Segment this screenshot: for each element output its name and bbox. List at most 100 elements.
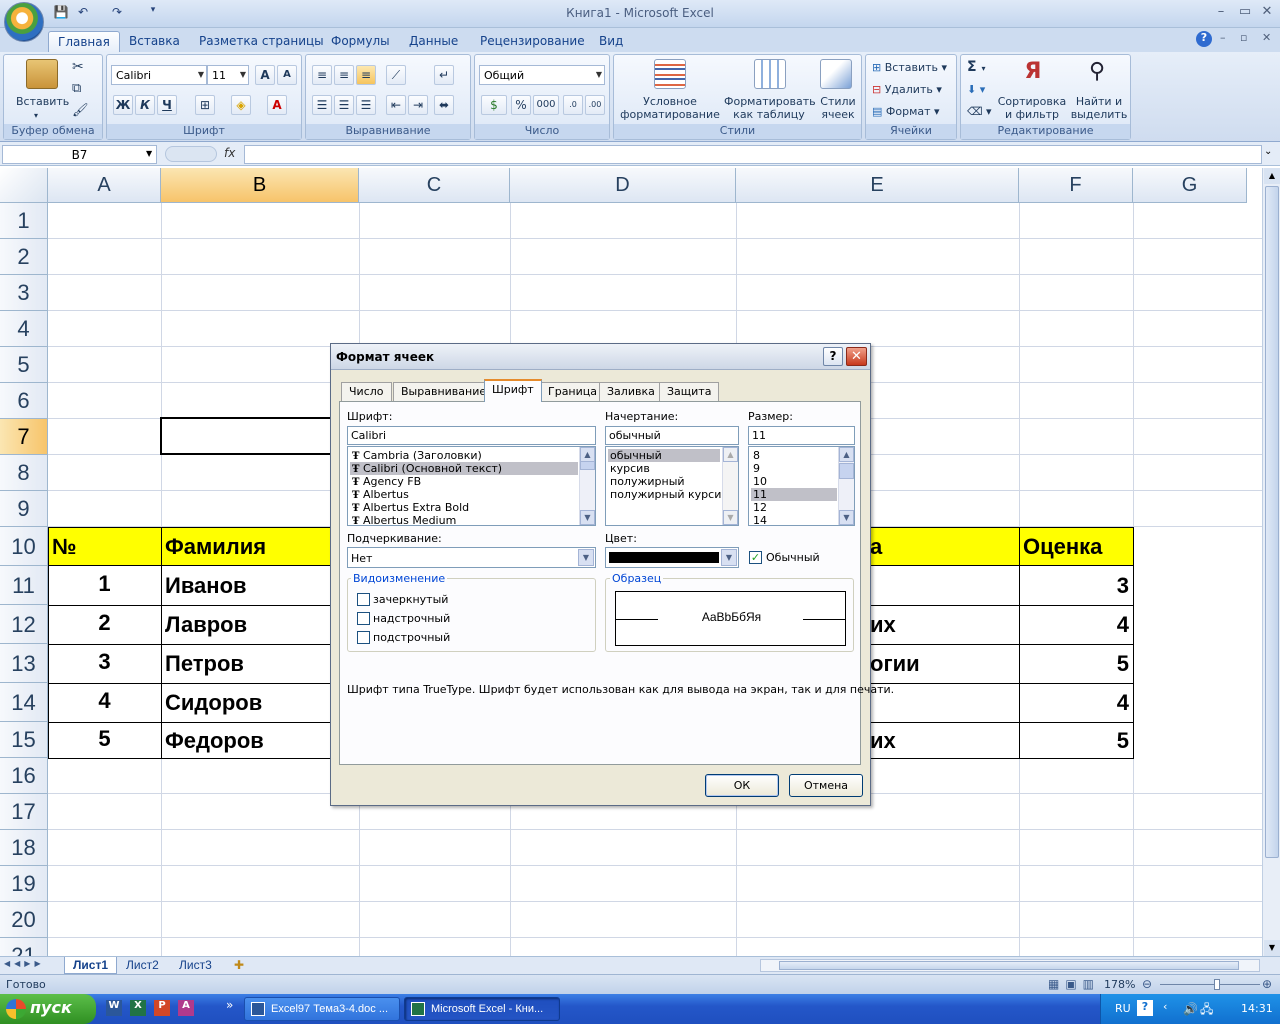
cancel-button[interactable]: Отмена	[789, 774, 863, 797]
dialog-tab-font[interactable]: Шрифт	[484, 379, 542, 402]
dialog-tab-fill[interactable]: Заливка	[599, 382, 663, 401]
cell-grade[interactable]: 3	[1019, 566, 1133, 605]
scroll-up-icon[interactable]: ▲	[839, 447, 854, 462]
format-as-table-icon[interactable]	[754, 59, 786, 89]
wrap-text-icon[interactable]: ↵	[434, 65, 454, 85]
office-button[interactable]	[4, 2, 44, 42]
font-list-item[interactable]: Ŧ Cambria (Заголовки)	[350, 449, 578, 462]
taskbar-item-word[interactable]: Excel97 Тема3-4.doc ...	[244, 997, 400, 1021]
cut-icon[interactable]: ✂	[72, 59, 84, 75]
conditional-format-button[interactable]: Условное форматирование	[620, 95, 720, 121]
row-header[interactable]: 4	[0, 311, 48, 347]
cell-e[interactable]	[866, 566, 1019, 605]
row-header[interactable]: 2	[0, 239, 48, 275]
normal-font-checkbox[interactable]: ✓	[749, 551, 762, 564]
find-select-button[interactable]: Найти и выделить	[1069, 95, 1129, 121]
column-header-a[interactable]: A	[48, 168, 161, 203]
excel-quicklaunch-icon[interactable]: X	[130, 1000, 146, 1016]
sheet-tab-1[interactable]: Лист1	[64, 957, 118, 974]
name-box-dropdown-icon[interactable]: ▼	[146, 149, 152, 158]
access-quicklaunch-icon[interactable]: A	[178, 1000, 194, 1016]
underline-select[interactable]: Нет ▼	[347, 547, 596, 568]
cell-grade[interactable]: 5	[1019, 722, 1133, 759]
align-right-icon[interactable]: ☰	[356, 95, 376, 115]
decrease-indent-icon[interactable]: ⇤	[386, 95, 406, 115]
row-header[interactable]: 5	[0, 347, 48, 383]
scroll-thumb[interactable]	[580, 461, 595, 470]
select-all-corner[interactable]	[0, 168, 48, 203]
format-as-table-button[interactable]: Форматировать как таблицу	[724, 95, 816, 121]
cell-e[interactable]: их	[866, 605, 1019, 644]
sort-filter-icon[interactable]: Я	[1017, 59, 1049, 89]
delete-cells-button[interactable]: ⊟ Удалить ▾	[872, 83, 942, 96]
font-list-scrollbar[interactable]: ▲ ▼	[579, 447, 595, 525]
column-header-c[interactable]: C	[359, 168, 510, 203]
size-list-scrollbar[interactable]: ▲ ▼	[838, 447, 854, 525]
ok-button[interactable]: ОК	[705, 774, 779, 797]
powerpoint-quicklaunch-icon[interactable]: P	[154, 1000, 170, 1016]
font-color-icon[interactable]: A	[267, 95, 287, 115]
dialog-tab-number[interactable]: Число	[341, 382, 392, 401]
italic-button[interactable]: К	[135, 95, 155, 115]
font-list-item[interactable]: Ŧ Albertus Medium	[350, 514, 578, 525]
cell-grade[interactable]: 4	[1019, 683, 1133, 722]
row-header[interactable]: 12	[0, 605, 48, 644]
subscript-checkbox[interactable]	[357, 631, 370, 644]
scroll-up-icon[interactable]: ▲	[1264, 168, 1280, 184]
font-list-item[interactable]: Ŧ Agency FB	[350, 475, 578, 488]
align-center-icon[interactable]: ☰	[334, 95, 354, 115]
row-header[interactable]: 18	[0, 830, 48, 866]
zoom-slider-thumb[interactable]	[1214, 979, 1220, 990]
size-list-item-selected[interactable]: 11	[751, 488, 837, 501]
help-icon[interactable]: ?	[1196, 31, 1212, 47]
header-number[interactable]: №	[48, 527, 161, 566]
dialog-help-icon[interactable]: ?	[823, 347, 843, 366]
maximize-icon[interactable]: ▭	[1234, 4, 1256, 22]
clear-icon[interactable]: ⌫ ▾	[967, 105, 992, 118]
percent-button[interactable]: %	[511, 95, 531, 115]
cell-grade[interactable]: 5	[1019, 644, 1133, 683]
doc-minimize-icon[interactable]: –	[1220, 31, 1226, 44]
dialog-tab-alignment[interactable]: Выравнивание	[393, 382, 495, 401]
cell-number[interactable]: 5	[48, 722, 161, 759]
tab-insert[interactable]: Вставка	[120, 31, 189, 52]
cell-number[interactable]: 3	[48, 644, 161, 683]
cell-number[interactable]: 1	[48, 566, 161, 605]
thousands-button[interactable]: 000	[533, 95, 559, 115]
font-list-item[interactable]: Ŧ Albertus Extra Bold	[350, 501, 578, 514]
paste-button[interactable]: Вставить	[16, 95, 69, 108]
align-bottom-icon[interactable]: ≡	[356, 65, 376, 85]
column-header-f[interactable]: F	[1019, 168, 1133, 203]
row-header[interactable]: 1	[0, 203, 48, 239]
help-tray-icon[interactable]: ?	[1137, 1000, 1153, 1016]
style-list-item[interactable]: полужирный курсив	[608, 488, 728, 501]
zoom-level[interactable]: 178%	[1104, 978, 1135, 991]
row-header[interactable]: 19	[0, 866, 48, 902]
number-format-combo[interactable]: Общий ▼	[479, 65, 605, 85]
row-header[interactable]: 16	[0, 758, 48, 794]
row-header[interactable]: 11	[0, 566, 48, 605]
zoom-in-icon[interactable]: ⊕	[1262, 977, 1272, 991]
row-header[interactable]: 21	[0, 938, 48, 958]
header-e[interactable]: а	[866, 527, 1019, 566]
tab-data[interactable]: Данные	[400, 31, 467, 52]
tray-expand-icon[interactable]: ‹	[1163, 1000, 1167, 1013]
scroll-thumb[interactable]	[1265, 186, 1279, 858]
align-top-icon[interactable]: ≡	[312, 65, 332, 85]
view-buttons-icon[interactable]: ▦▣▥	[1048, 977, 1100, 991]
row-header[interactable]: 10	[0, 527, 48, 566]
tab-home[interactable]: Главная	[48, 31, 120, 52]
header-grade[interactable]: Оценка	[1019, 527, 1133, 566]
scroll-up-icon[interactable]: ▲	[580, 447, 595, 462]
cell-number[interactable]: 4	[48, 683, 161, 722]
doc-restore-icon[interactable]: ▫	[1240, 31, 1247, 44]
cell-styles-icon[interactable]	[820, 59, 852, 89]
paste-icon[interactable]	[26, 59, 58, 89]
size-list-item[interactable]: 12	[751, 501, 837, 514]
size-list-item[interactable]: 10	[751, 475, 837, 488]
dialog-tab-protection[interactable]: Защита	[659, 382, 720, 401]
quicklaunch-more-icon[interactable]: »	[226, 998, 233, 1012]
row-header[interactable]: 8	[0, 455, 48, 491]
grow-font-icon[interactable]: A	[255, 65, 275, 85]
sheet-tab-3[interactable]: Лист3	[171, 957, 220, 974]
